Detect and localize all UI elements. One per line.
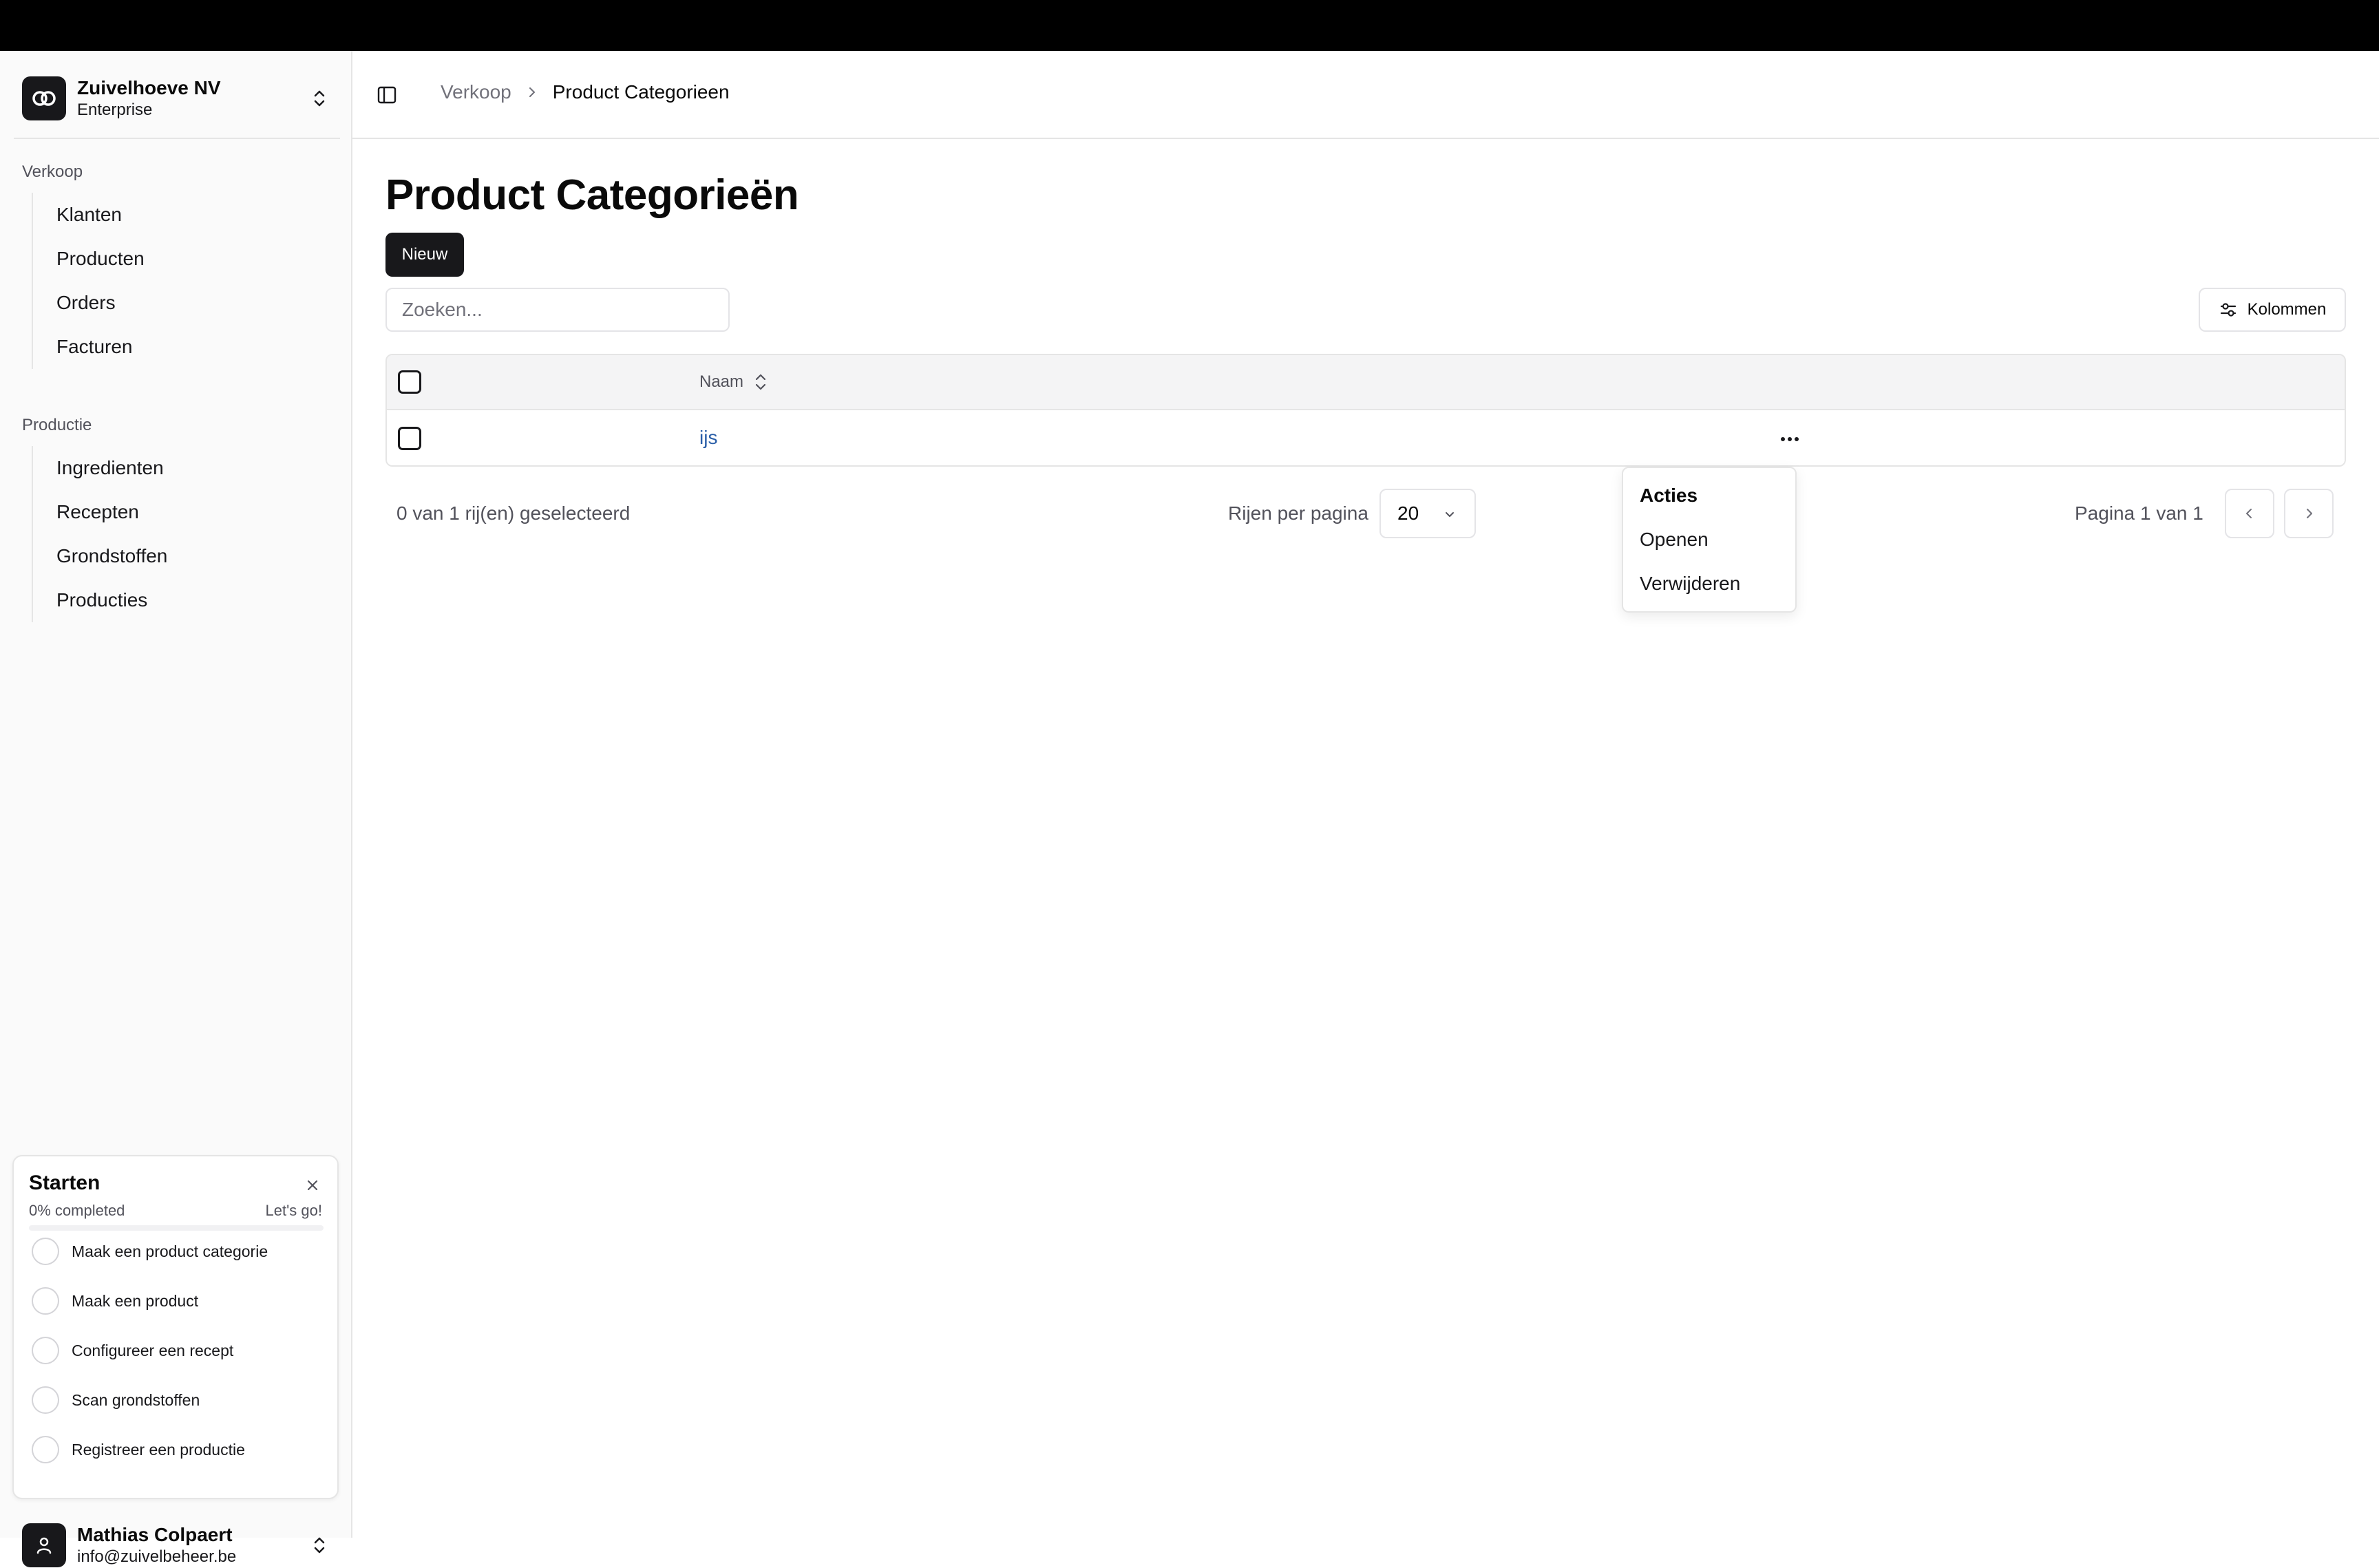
task-label: Scan grondstoffen: [72, 1390, 200, 1409]
new-button[interactable]: Nieuw: [385, 233, 464, 277]
task-label: Maak een product: [72, 1291, 199, 1310]
sidebar-divider: [14, 138, 340, 139]
row-name-link[interactable]: ijs: [699, 427, 717, 449]
select-all-checkbox[interactable]: [398, 370, 421, 394]
onboarding-task[interactable]: Configureer een recept: [32, 1335, 233, 1366]
chevron-left-icon: [2246, 509, 2252, 518]
user-name: Mathias Colpaert: [77, 1524, 233, 1545]
onboarding-task[interactable]: Maak een product: [32, 1286, 198, 1316]
nav-group-productie: Ingredienten Recepten Grondstoffen Produ…: [32, 446, 321, 622]
page-info: Pagina 1 van 1: [2075, 502, 2203, 524]
avatar: [22, 1523, 66, 1567]
columns-button[interactable]: Kolommen: [2199, 288, 2346, 332]
onboarding-card: Starten 0% completed Let's go! Maak een …: [12, 1155, 339, 1499]
search-input[interactable]: [385, 288, 730, 332]
chevron-right-icon: [2307, 509, 2312, 518]
onboarding-progress-label: 0% completed: [29, 1202, 125, 1219]
onboarding-cta: Let's go!: [265, 1202, 322, 1219]
chevron-up-down-icon: [314, 90, 325, 107]
sidebar-item-klanten[interactable]: Klanten: [33, 193, 321, 237]
org-plan: Enterprise: [77, 100, 153, 119]
user-email: info@zuivelbeheer.be: [77, 1547, 237, 1566]
chevron-right-icon: [529, 87, 535, 97]
sidebar-item-recepten[interactable]: Recepten: [33, 490, 321, 534]
top-black-bar: [0, 0, 2379, 51]
sidebar-item-producten[interactable]: Producten: [33, 237, 321, 281]
onboarding-task[interactable]: Registreer een productie: [32, 1434, 245, 1465]
task-checkbox[interactable]: [32, 1386, 59, 1414]
rows-per-page-value: 20: [1397, 502, 1419, 524]
next-page-button[interactable]: [2284, 489, 2334, 538]
sidebar: Zuivelhoeve NV Enterprise Verkoop Klante…: [0, 51, 352, 1567]
sort-icon: [755, 374, 766, 390]
nav-group-label-verkoop: Verkoop: [22, 162, 83, 181]
menu-item-openen[interactable]: Openen: [1640, 529, 1709, 551]
breadcrumb: Verkoop Product Categorieen: [441, 81, 730, 103]
sidebar-item-orders[interactable]: Orders: [33, 281, 321, 325]
breadcrumb-current: Product Categorieen: [552, 81, 730, 103]
row-actions-menu: Acties Openen Verwijderen: [1622, 467, 1797, 613]
sidebar-item-grondstoffen[interactable]: Grondstoffen: [33, 534, 321, 578]
column-header-naam[interactable]: Naam: [699, 372, 768, 392]
page-header: Verkoop Product Categorieen: [352, 51, 2379, 139]
nav-group-label-productie: Productie: [22, 416, 92, 434]
page-title: Product Categorieën: [385, 171, 799, 219]
sidebar-item-producties[interactable]: Producties: [33, 578, 321, 622]
sidebar-toggle-icon[interactable]: [376, 84, 398, 106]
selection-count: 0 van 1 rij(en) geselecteerd: [396, 502, 631, 524]
row-checkbox[interactable]: [398, 427, 421, 450]
user-switcher[interactable]: Mathias Colpaert info@zuivelbeheer.be: [22, 1523, 330, 1568]
sidebar-item-ingredienten[interactable]: Ingredienten: [33, 446, 321, 490]
onboarding-title: Starten: [29, 1172, 101, 1194]
column-header-label: Naam: [699, 372, 744, 391]
task-label: Registreer een productie: [72, 1440, 245, 1459]
task-checkbox[interactable]: [32, 1287, 59, 1315]
task-checkbox[interactable]: [32, 1337, 59, 1364]
rows-per-page-select[interactable]: 20: [1379, 489, 1476, 538]
task-checkbox[interactable]: [32, 1238, 59, 1265]
close-icon[interactable]: [303, 1176, 322, 1195]
previous-page-button[interactable]: [2225, 489, 2274, 538]
sidebar-item-facturen[interactable]: Facturen: [33, 325, 321, 369]
task-checkbox[interactable]: [32, 1436, 59, 1463]
chevron-down-icon: [1446, 512, 1454, 517]
onboarding-task[interactable]: Scan grondstoffen: [32, 1385, 200, 1415]
menu-item-verwijderen[interactable]: Verwijderen: [1640, 573, 1740, 595]
org-logo-icon: [22, 76, 66, 120]
task-label: Configureer een recept: [72, 1341, 234, 1359]
breadcrumb-parent-link[interactable]: Verkoop: [441, 81, 511, 103]
user-icon: [36, 1537, 52, 1554]
settings-sliders-icon: [2220, 303, 2236, 317]
onboarding-task[interactable]: Maak een product categorie: [32, 1236, 268, 1267]
row-actions-button[interactable]: [1764, 425, 1816, 453]
onboarding-progress-bar: [29, 1225, 324, 1231]
table-header: Naam: [387, 355, 2345, 410]
org-name: Zuivelhoeve NV: [77, 77, 221, 98]
columns-button-label: Kolommen: [2247, 300, 2327, 319]
more-horizontal-icon: [1781, 437, 1799, 441]
rows-per-page-label: Rijen per pagina: [1228, 502, 1368, 524]
menu-label: Acties: [1640, 485, 1698, 506]
nav-group-verkoop: Klanten Producten Orders Facturen: [32, 193, 321, 369]
data-table: Naam ijs: [385, 354, 2346, 467]
org-switcher[interactable]: Zuivelhoeve NV Enterprise: [22, 72, 330, 125]
table-row: ijs: [387, 410, 2345, 465]
task-label: Maak een product categorie: [72, 1242, 268, 1260]
